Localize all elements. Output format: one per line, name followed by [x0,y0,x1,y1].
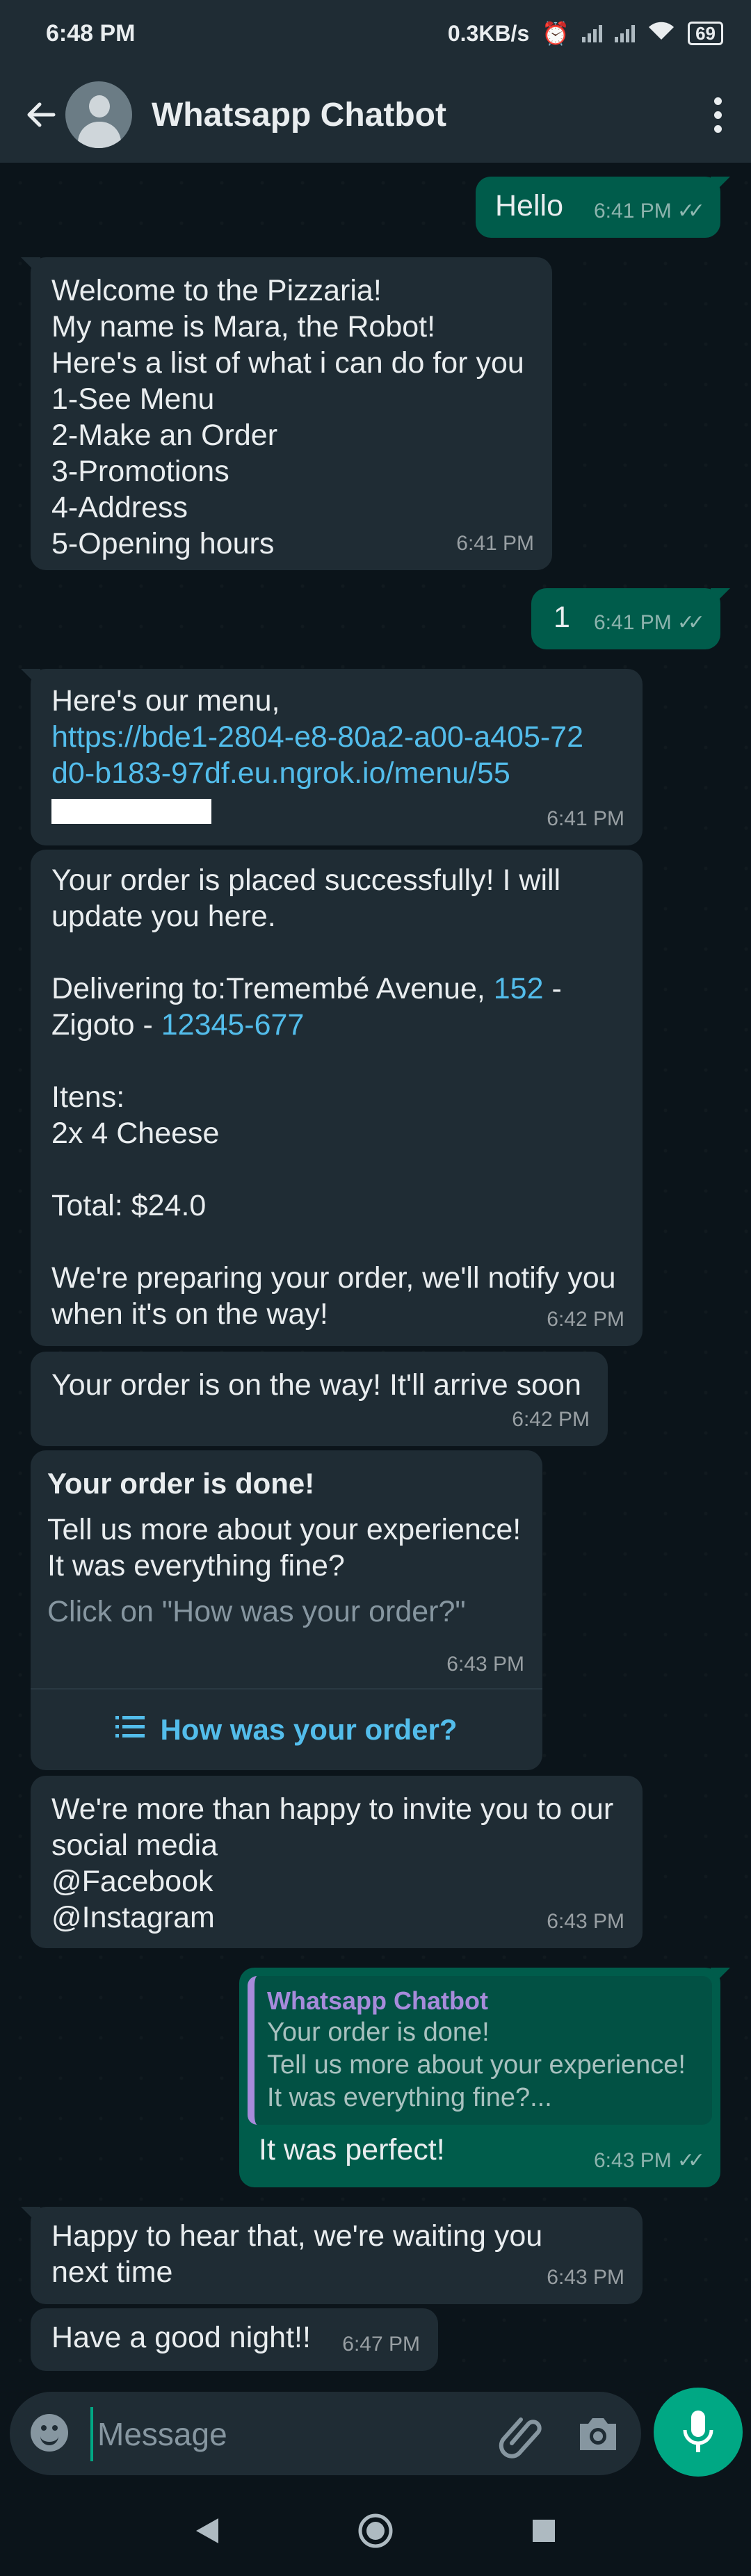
microphone-icon [683,2411,713,2452]
address-number-link[interactable]: 152 [494,972,544,1005]
interactive-header: Your order is done! [47,1467,315,1500]
interactive-message[interactable]: Your order is done! Tell us more about y… [31,1450,542,1770]
item-line: 2x 4 Cheese [51,1117,220,1150]
order-total: Total: $24.0 [51,1189,207,1222]
signal-icon-2 [615,24,636,42]
quoted-message[interactable]: Whatsapp Chatbot Your order is done! Tel… [248,1976,712,2125]
message-time: 6:42 PM [547,1308,624,1331]
avatar[interactable] [65,81,132,148]
message-time: 6:43 PM [547,1910,624,1933]
message-incoming[interactable]: Your order is on the way! It'll arrive s… [31,1352,608,1446]
message-time: 6:41 PM ✓✓ [594,605,705,641]
chat-header: Whatsapp Chatbot [0,67,751,163]
nav-back-icon[interactable] [193,2516,221,2550]
alarm-icon: ⏰ [542,21,570,46]
zip-code-link[interactable]: 12345-677 [161,1008,305,1042]
message-time: 6:43 PM ✓✓ [594,2143,705,2179]
quote-author: Whatsapp Chatbot [267,1986,488,2015]
emoji-icon[interactable] [31,2414,68,2452]
interactive-footer: Click on "How was your order?" [47,1595,466,1628]
button-label: How was your order? [160,1713,458,1746]
message-time: 6:42 PM [512,1408,590,1431]
mic-button[interactable] [654,2388,743,2477]
quote-text: Your order is done! Tell us more about y… [267,2018,686,2112]
nav-home-icon[interactable] [357,2512,394,2553]
message-text: Here's our menu, [51,684,280,718]
items-label: Itens: [51,1080,125,1114]
order-placed-text: Your order is placed successfully! I wil… [51,864,561,933]
chat-title[interactable]: Whatsapp Chatbot [152,96,704,134]
signal-icon [582,24,603,42]
camera-icon[interactable] [576,2413,620,2454]
message-outgoing[interactable]: Hello 6:41 PM ✓✓ [476,177,730,238]
message-input-bar [10,2392,641,2475]
message-time: 6:43 PM [446,1653,524,1676]
nav-recents-icon[interactable] [530,2517,558,2548]
message-time: 6:41 PM [547,807,624,830]
message-text: Happy to hear that, we're waiting you ne… [51,2219,543,2289]
status-icons: 0.3KB/s ⏰ 69 [448,20,723,47]
message-incoming[interactable]: Have a good night!! 6:47 PM [31,2308,438,2371]
message-incoming[interactable]: Welcome to the Pizzaria! My name is Mara… [21,257,552,570]
chat-area[interactable]: Hello 6:41 PM ✓✓ Welcome to the Pizzaria!… [0,163,751,2377]
message-time: 6:41 PM ✓✓ [594,193,705,229]
battery-icon: 69 [688,22,723,45]
delivery-address: Delivering to:Tremembé Avenue, 152 - Zig… [51,972,562,1042]
read-ticks-icon: ✓✓ [677,200,705,222]
preparing-text: We're preparing your order, we'll notify… [51,1261,616,1331]
network-speed: 0.3KB/s [447,20,530,46]
how-was-your-order-button[interactable]: How was your order? [31,1688,542,1770]
read-ticks-icon: ✓✓ [677,2149,705,2172]
message-incoming[interactable]: Happy to hear that, we're waiting you ne… [21,2207,643,2304]
message-outgoing[interactable]: 1 6:41 PM ✓✓ [531,588,730,649]
message-time: 6:43 PM [547,2266,624,2289]
system-navigation-bar [0,2489,751,2576]
message-incoming[interactable]: We're more than happy to invite you to o… [31,1776,643,1948]
message-incoming[interactable]: Your order is placed successfully! I wil… [31,850,643,1346]
message-incoming[interactable]: Here's our menu, https://bde1-2804-e8-80… [21,669,643,845]
read-ticks-icon: ✓✓ [677,611,705,634]
message-time: 6:41 PM [456,532,534,555]
back-arrow-icon[interactable] [19,94,61,136]
message-outgoing-reply[interactable]: Whatsapp Chatbot Your order is done! Tel… [239,1968,730,2187]
message-text: It was perfect! [259,2133,445,2166]
redacted-block [51,798,211,824]
list-icon [115,1712,146,1748]
message-time: 6:47 PM [342,2333,420,2356]
status-bar: 6:48 PM 0.3KB/s ⏰ 69 [0,0,751,67]
menu-link[interactable]: https://bde1-2804-e8-80a2-a00-a405-72d0-… [51,720,583,790]
wifi-icon [647,20,675,47]
interactive-body: Tell us more about your experience! It w… [47,1513,522,1582]
paperclip-icon[interactable] [496,2410,545,2458]
message-input[interactable] [90,2407,488,2461]
more-options-icon[interactable] [704,97,732,133]
status-time: 6:48 PM [46,19,136,47]
